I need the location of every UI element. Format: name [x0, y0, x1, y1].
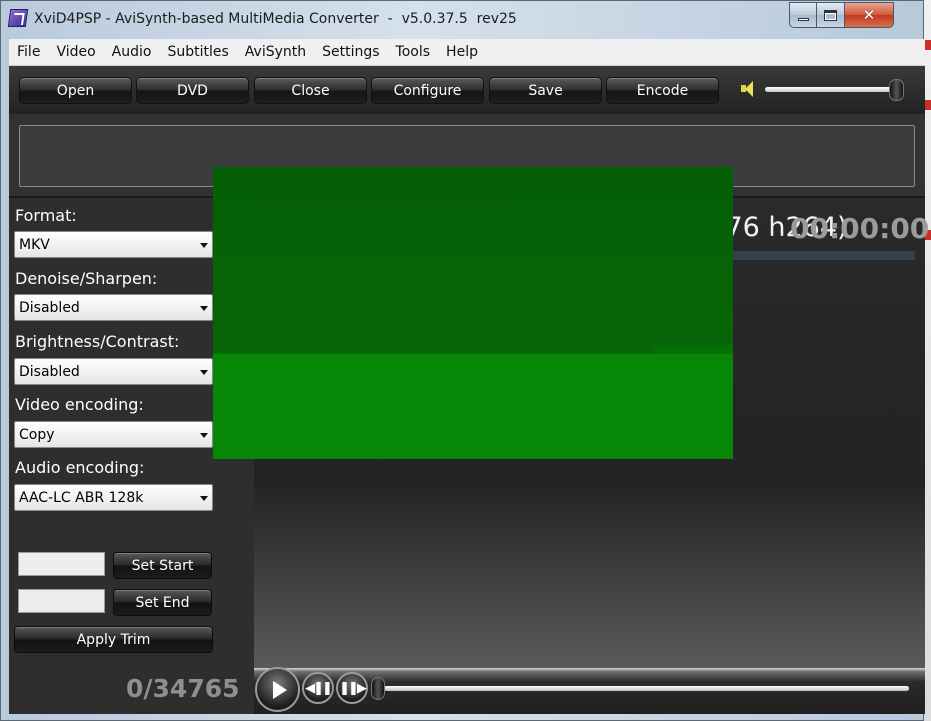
window-controls: ✕	[789, 2, 894, 28]
desktop-fragment	[924, 40, 931, 50]
minimize-button[interactable]	[789, 2, 817, 28]
speaker-icon[interactable]	[741, 80, 757, 98]
time-display: 00:00:00	[790, 212, 930, 245]
set-start-button[interactable]: Set Start	[113, 552, 212, 579]
menu-settings[interactable]: Settings	[314, 44, 387, 60]
maximize-button[interactable]	[817, 2, 845, 28]
brightness-dropdown[interactable]: Disabled	[14, 358, 213, 385]
video-encoding-dropdown[interactable]: Copy	[14, 421, 213, 448]
menu-audio[interactable]: Audio	[104, 44, 160, 60]
menu-subtitles[interactable]: Subtitles	[159, 44, 236, 60]
chevron-down-icon	[200, 370, 208, 375]
play-icon	[272, 680, 287, 699]
app-logo-icon	[7, 9, 29, 27]
save-button[interactable]: Save	[489, 77, 602, 104]
frame-back-button[interactable]: ◀❚❚	[302, 672, 334, 704]
format-label: Format:	[15, 206, 77, 225]
video-frame[interactable]	[213, 167, 733, 459]
format-dropdown[interactable]: MKV	[14, 231, 213, 258]
denoise-dropdown[interactable]: Disabled	[14, 294, 213, 321]
menu-help[interactable]: Help	[438, 44, 486, 60]
open-button[interactable]: Open	[19, 77, 132, 104]
video-region	[213, 167, 733, 353]
seek-slider-handle[interactable]	[371, 677, 385, 700]
minimize-icon	[797, 17, 809, 21]
menu-avisynth[interactable]: AviSynth	[237, 44, 314, 60]
menu-file[interactable]: File	[9, 44, 48, 60]
toolbar: Open DVD Close Configure Save Encode	[9, 66, 925, 114]
video-region	[213, 354, 733, 459]
trim-end-input[interactable]	[18, 589, 105, 613]
close-file-button[interactable]: Close	[254, 77, 367, 104]
desktop-fragment	[924, 100, 931, 110]
set-end-button[interactable]: Set End	[113, 589, 212, 616]
brightness-label: Brightness/Contrast:	[15, 332, 180, 351]
volume-slider-handle[interactable]	[888, 79, 904, 101]
close-window-button[interactable]: ✕	[845, 2, 894, 28]
audio-encoding-dropdown[interactable]: AAC-LC ABR 128k	[14, 484, 213, 511]
dvd-button[interactable]: DVD	[136, 77, 249, 104]
play-button[interactable]	[255, 667, 300, 712]
configure-button[interactable]: Configure	[371, 77, 484, 104]
video-encoding-label: Video encoding:	[15, 395, 144, 414]
menu-tools[interactable]: Tools	[388, 44, 439, 60]
chevron-down-icon	[200, 243, 208, 248]
brightness-value: Disabled	[19, 364, 80, 380]
seek-slider-track[interactable]	[384, 686, 909, 691]
audio-encoding-value: AAC-LC ABR 128k	[19, 490, 144, 506]
close-icon: ✕	[862, 6, 876, 24]
trim-start-input[interactable]	[18, 552, 105, 576]
desktop-background	[924, 0, 931, 721]
denoise-value: Disabled	[19, 300, 80, 316]
denoise-label: Denoise/Sharpen:	[15, 269, 158, 288]
window-title: XviD4PSP - AviSynth-based MultiMedia Con…	[34, 11, 517, 27]
maximize-icon	[824, 9, 837, 21]
title-bar[interactable]: XviD4PSP - AviSynth-based MultiMedia Con…	[1, 1, 923, 39]
chevron-down-icon	[200, 306, 208, 311]
format-value: MKV	[19, 237, 50, 253]
chevron-down-icon	[200, 433, 208, 438]
frame-counter: 0/34765	[126, 674, 240, 703]
apply-trim-button[interactable]: Apply Trim	[14, 626, 213, 653]
encode-button[interactable]: Encode	[606, 77, 719, 104]
frame-forward-icon: ❚❚▶	[339, 680, 367, 696]
app-window: XviD4PSP - AviSynth-based MultiMedia Con…	[0, 0, 929, 721]
volume-slider-track[interactable]	[765, 87, 901, 92]
frame-back-icon: ◀❚❚	[305, 680, 333, 696]
frame-forward-button[interactable]: ❚❚▶	[336, 672, 368, 704]
menu-bar: File Video Audio Subtitles AviSynth Sett…	[9, 39, 925, 66]
menu-video[interactable]: Video	[48, 44, 103, 60]
audio-encoding-label: Audio encoding:	[15, 458, 145, 477]
video-encoding-value: Copy	[19, 427, 55, 443]
chevron-down-icon	[200, 496, 208, 501]
